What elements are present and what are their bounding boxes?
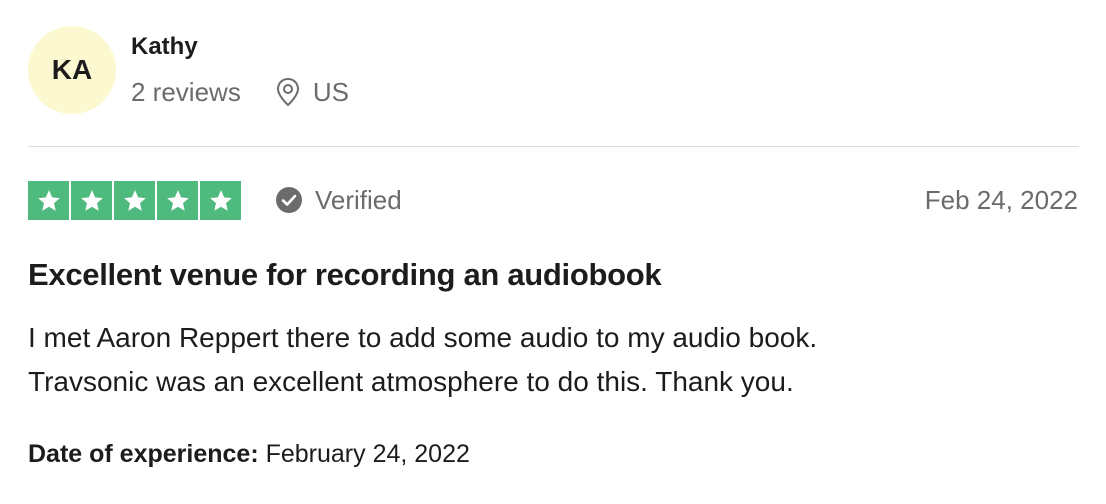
review-card: KA Kathy 2 reviews US Verified Feb 24, 2… — [0, 0, 1106, 504]
star-icon — [114, 181, 155, 220]
star-icon — [71, 181, 112, 220]
review-title[interactable]: Excellent venue for recording an audiobo… — [28, 256, 662, 294]
star-icon — [157, 181, 198, 220]
verified-label: Verified — [315, 185, 402, 215]
review-date: Feb 24, 2022 — [924, 185, 1078, 215]
reviews-count: 2 reviews — [131, 77, 241, 107]
divider — [28, 146, 1079, 147]
star-icon — [28, 181, 69, 220]
verified-check-icon — [275, 186, 303, 214]
experience-label: Date of experience: — [28, 440, 259, 468]
location-text: US — [312, 77, 349, 107]
verified-badge[interactable]: Verified — [275, 184, 402, 216]
experience-value: February 24, 2022 — [265, 440, 470, 468]
review-body-line: I met Aaron Reppert there to add some au… — [28, 322, 818, 353]
reviewer-location: US — [275, 76, 349, 108]
review-body-line: Travsonic was an excellent atmosphere to… — [28, 366, 794, 397]
star-rating — [28, 181, 241, 220]
location-pin-icon — [275, 77, 301, 107]
reviewer-meta: 2 reviews US — [131, 76, 349, 108]
avatar-initials: KA — [51, 54, 93, 85]
avatar[interactable]: KA — [28, 26, 116, 114]
date-of-experience: Date of experience: February 24, 2022 — [28, 438, 470, 470]
review-body: I met Aaron Reppert there to add some au… — [28, 316, 1078, 404]
star-icon — [200, 181, 241, 220]
reviewer-name[interactable]: Kathy — [131, 33, 198, 61]
